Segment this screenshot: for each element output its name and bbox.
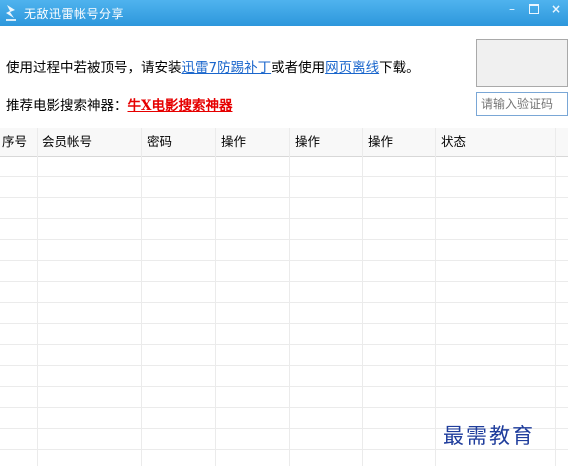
- minimize-button[interactable]: –: [502, 1, 522, 17]
- captcha-image[interactable]: [476, 39, 568, 87]
- table-row[interactable]: [0, 451, 568, 466]
- table-row[interactable]: [0, 325, 568, 345]
- info-panel: 使用过程中若被顶号，请安装迅雷7防踢补丁或者使用网页离线下载。 推荐电影搜索神器…: [0, 26, 568, 126]
- notice-text-middle: 或者使用: [271, 60, 326, 76]
- close-button[interactable]: ×: [546, 1, 566, 17]
- recommend-label: 推荐电影搜索神器：: [6, 98, 128, 114]
- table-row[interactable]: [0, 157, 568, 177]
- maximize-icon: [529, 4, 539, 14]
- table-row[interactable]: [0, 220, 568, 240]
- watermark-text: 最需教育: [443, 424, 535, 448]
- table-row[interactable]: [0, 346, 568, 366]
- table-row[interactable]: [0, 367, 568, 387]
- web-offline-link[interactable]: 网页离线: [325, 60, 379, 76]
- title-bar: 无敌迅雷帐号分享 – ×: [0, 0, 568, 26]
- thunder-bird-icon: [6, 5, 16, 21]
- table-row[interactable]: [0, 199, 568, 219]
- window-title: 无敌迅雷帐号分享: [24, 7, 125, 21]
- table-row[interactable]: [0, 388, 568, 408]
- recommend-line: 推荐电影搜索神器：牛X电影搜索神器: [6, 94, 232, 114]
- column-header-action-2[interactable]: 操作: [290, 128, 363, 156]
- table-row[interactable]: [0, 241, 568, 261]
- column-header-password[interactable]: 密码: [142, 128, 216, 156]
- notice-text-before: 使用过程中若被顶号，请安装: [6, 60, 182, 76]
- maximize-button[interactable]: [524, 1, 544, 17]
- account-table: 序号 会员帐号 密码 操作 操作 操作 状态: [0, 128, 568, 466]
- anti-kick-patch-link[interactable]: 迅雷7防踢补丁: [182, 60, 272, 76]
- captcha-input[interactable]: [476, 92, 568, 116]
- column-header-index[interactable]: 序号: [0, 128, 38, 156]
- column-header-action-1[interactable]: 操作: [216, 128, 290, 156]
- column-header-action-3[interactable]: 操作: [363, 128, 436, 156]
- notice-text-after: 下载。: [379, 60, 420, 76]
- table-row[interactable]: [0, 178, 568, 198]
- table-row[interactable]: [0, 283, 568, 303]
- column-header-status[interactable]: 状态: [436, 128, 556, 156]
- notice-line: 使用过程中若被顶号，请安装迅雷7防踢补丁或者使用网页离线下载。: [6, 56, 420, 76]
- table-header: 序号 会员帐号 密码 操作 操作 操作 状态: [0, 128, 568, 157]
- table-row[interactable]: [0, 304, 568, 324]
- column-header-filler: [556, 128, 568, 156]
- table-row[interactable]: [0, 262, 568, 282]
- movie-search-link[interactable]: 牛X电影搜索神器: [128, 98, 233, 114]
- column-header-account[interactable]: 会员帐号: [38, 128, 142, 156]
